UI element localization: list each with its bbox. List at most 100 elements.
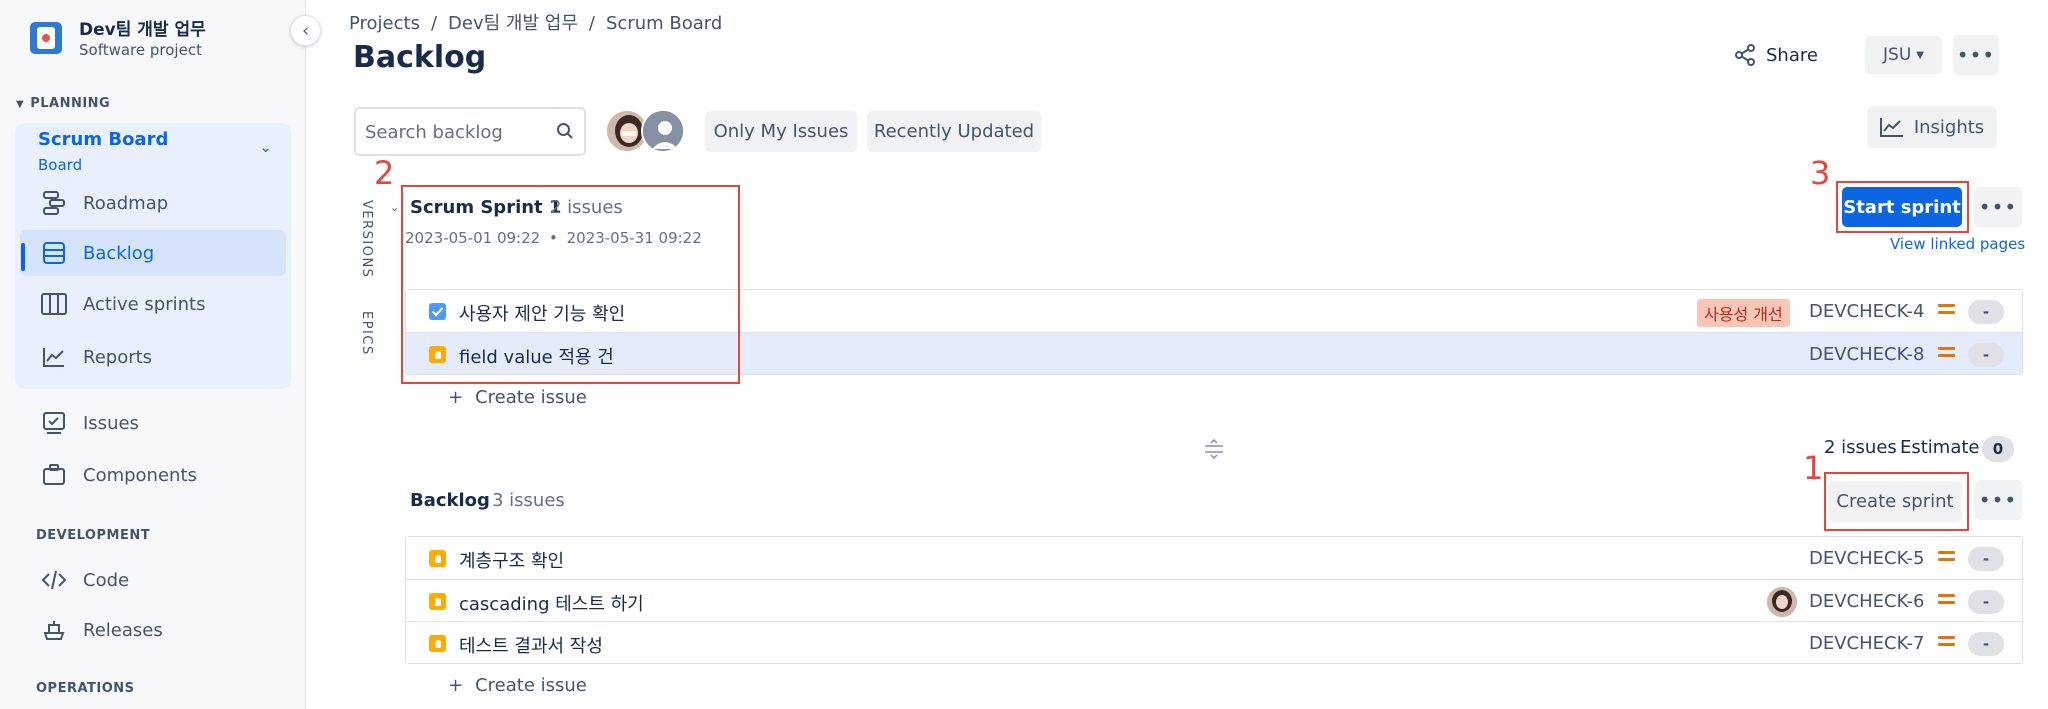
priority-medium-icon xyxy=(1938,636,1955,649)
backlog-issue-summary: 2 issues xyxy=(1824,437,1897,458)
annotation-box-3 xyxy=(1836,181,1969,233)
issue-key[interactable]: DEVCHECK-8 xyxy=(1809,344,1924,365)
more-icon: ••• xyxy=(1978,488,2018,512)
chevron-down-icon: ▼ xyxy=(16,99,25,110)
estimate-badge: 0 xyxy=(1982,436,2014,462)
search-input[interactable] xyxy=(365,119,545,145)
breadcrumb: Projects / Dev팀 개발 업무 / Scrum Board xyxy=(349,13,723,34)
sidebar-item-components[interactable]: Components xyxy=(20,452,286,498)
estimate-label: Estimate xyxy=(1900,437,1980,458)
backlog-name: Backlog xyxy=(410,490,490,511)
collapse-sidebar-button[interactable]: ‹ xyxy=(290,15,321,46)
plus-icon: + xyxy=(448,675,464,696)
story-icon xyxy=(429,593,446,610)
issues-icon xyxy=(39,408,69,438)
reports-icon xyxy=(39,342,69,372)
issue-estimate[interactable]: - xyxy=(1968,590,2004,614)
components-icon xyxy=(39,460,69,490)
priority-medium-icon xyxy=(1938,594,1955,607)
page-title: Backlog xyxy=(353,40,487,75)
create-issue-button[interactable]: + Create issue xyxy=(448,387,587,408)
assignee-avatar[interactable] xyxy=(1767,587,1797,617)
story-icon xyxy=(429,635,446,652)
board-type: Board xyxy=(38,156,83,174)
project-avatar-icon xyxy=(30,22,62,54)
backlog-more-button[interactable]: ••• xyxy=(1974,480,2022,520)
search-icon[interactable] xyxy=(556,122,574,140)
issue-summary: 계층구조 확인 xyxy=(459,551,565,572)
sidebar: Dev팀 개발 업무 Software project ▼ PLANNING Sc… xyxy=(0,0,306,709)
sidebar-item-roadmap[interactable]: Roadmap xyxy=(20,180,286,226)
issue-summary: 테스트 결과서 작성 xyxy=(459,636,603,657)
annotation-number-2: 2 xyxy=(374,154,395,192)
backlog-issue-list: 계층구조 확인 DEVCHECK-5 - cascading 테스트 하기 DE… xyxy=(405,536,2023,664)
share-icon xyxy=(1735,44,1755,66)
sidebar-item-active-sprints[interactable]: Active sprints xyxy=(20,281,286,327)
create-issue-button[interactable]: + Create issue xyxy=(448,675,587,696)
project-subtitle: Software project xyxy=(79,41,202,59)
issue-row[interactable]: 계층구조 확인 DEVCHECK-5 - xyxy=(406,537,2022,579)
backlog-icon xyxy=(39,238,69,268)
issue-estimate[interactable]: - xyxy=(1968,343,2004,367)
issue-row[interactable]: cascading 테스트 하기 DEVCHECK-6 - xyxy=(406,579,2022,621)
breadcrumb-project[interactable]: Dev팀 개발 업무 xyxy=(448,13,578,34)
project-header[interactable]: Dev팀 개발 업무 Software project xyxy=(30,14,280,64)
sidebar-item-backlog[interactable]: Backlog xyxy=(20,230,286,276)
priority-medium-icon xyxy=(1938,551,1955,564)
chevron-down-icon[interactable]: ⌄ xyxy=(390,201,399,214)
sidebar-item-issues[interactable]: Issues xyxy=(20,400,286,446)
user-menu-button[interactable]: JSU ▼ xyxy=(1865,36,1942,74)
chevron-down-icon[interactable]: ⌄ xyxy=(259,138,272,156)
sidebar-item-releases[interactable]: Releases xyxy=(20,607,286,653)
sidebar-item-reports[interactable]: Reports xyxy=(20,334,286,380)
annotation-box-2 xyxy=(401,185,740,384)
issue-row[interactable]: 테스트 결과서 작성 DEVCHECK-7 - xyxy=(406,621,2022,663)
issue-estimate[interactable]: - xyxy=(1968,547,2004,571)
roadmap-icon xyxy=(39,188,69,218)
issue-key[interactable]: DEVCHECK-5 xyxy=(1809,548,1924,569)
share-button[interactable]: Share xyxy=(1733,35,1818,75)
view-linked-pages-link[interactable]: View linked pages xyxy=(1890,235,2025,253)
board-columns-icon xyxy=(39,289,69,319)
priority-medium-icon xyxy=(1938,347,1955,360)
main-content: Projects / Dev팀 개발 업무 / Scrum Board Backlog … xyxy=(306,0,2048,709)
board-name: Scrum Board xyxy=(38,129,169,150)
annotation-box-1 xyxy=(1824,472,1969,531)
issue-key[interactable]: DEVCHECK-7 xyxy=(1809,633,1924,654)
epics-tab[interactable]: EPICS xyxy=(359,311,374,356)
issue-estimate[interactable]: - xyxy=(1968,632,2004,656)
board-switcher[interactable]: Scrum Board Board ⌄ xyxy=(22,128,284,178)
header-more-button[interactable]: ••• xyxy=(1953,35,1999,75)
sprint-more-button[interactable]: ••• xyxy=(1974,187,2022,227)
issue-key[interactable]: DEVCHECK-6 xyxy=(1809,591,1924,612)
drag-handle-icon[interactable] xyxy=(1203,439,1225,459)
annotation-number-1: 1 xyxy=(1803,449,1824,487)
project-title: Dev팀 개발 업무 xyxy=(79,20,206,40)
chevron-left-icon: ‹ xyxy=(302,20,309,41)
operations-heading: OPERATIONS xyxy=(36,681,135,696)
annotation-number-3: 3 xyxy=(1810,154,1831,192)
issue-key[interactable]: DEVCHECK-4 xyxy=(1809,301,1924,322)
active-indicator xyxy=(21,243,25,271)
releases-icon xyxy=(39,615,69,645)
more-icon: ••• xyxy=(1978,195,2018,219)
code-icon xyxy=(39,565,69,595)
unassigned-avatar[interactable] xyxy=(641,109,685,153)
plus-icon: + xyxy=(448,387,464,408)
recently-updated-filter[interactable]: Recently Updated xyxy=(867,111,1041,152)
caret-down-icon: ▼ xyxy=(1916,49,1924,61)
breadcrumb-projects[interactable]: Projects xyxy=(349,13,420,34)
issue-estimate[interactable]: - xyxy=(1968,300,2004,324)
priority-medium-icon xyxy=(1938,304,1955,317)
search-box[interactable] xyxy=(354,107,586,156)
planning-heading[interactable]: ▼ PLANNING xyxy=(16,96,110,111)
breadcrumb-board[interactable]: Scrum Board xyxy=(606,13,722,34)
more-icon: ••• xyxy=(1956,43,1996,67)
issue-label[interactable]: 사용성 개선 xyxy=(1697,299,1790,327)
only-my-issues-filter[interactable]: Only My Issues xyxy=(705,111,857,152)
sidebar-item-code[interactable]: Code xyxy=(20,557,286,603)
backlog-issue-count: 3 issues xyxy=(492,490,565,511)
insights-button[interactable]: Insights xyxy=(1867,106,1997,148)
versions-tab[interactable]: VERSIONS xyxy=(359,200,374,278)
insights-icon xyxy=(1879,118,1903,137)
